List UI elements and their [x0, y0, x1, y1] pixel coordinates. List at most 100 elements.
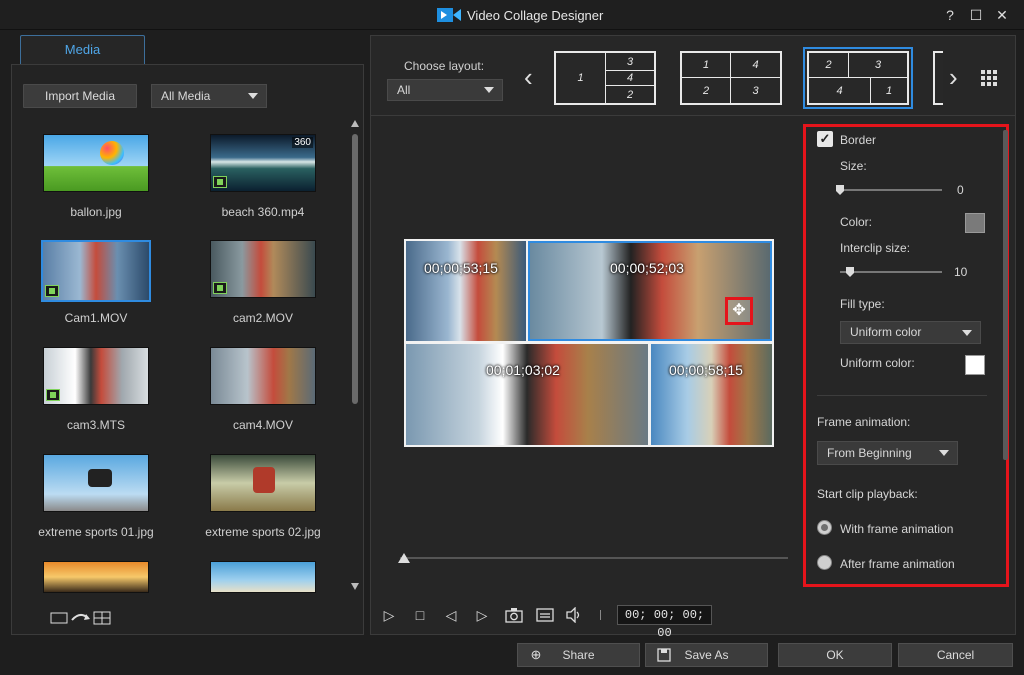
layout-cell: 3	[626, 55, 634, 68]
size-label: Size:	[840, 159, 867, 173]
border-checkbox[interactable]: ✓	[817, 131, 833, 147]
save-icon	[657, 648, 671, 662]
next-frame-icon[interactable]: ▷	[473, 606, 491, 624]
media-item-extreme-sports-01[interactable]: extreme sports 01.jpg	[31, 454, 161, 539]
layout-filter-dropdown[interactable]: All	[387, 79, 503, 101]
settings-divider	[817, 395, 987, 396]
video-clip-icon	[213, 282, 227, 294]
media-item-cam1[interactable]: Cam1.MOV	[31, 240, 161, 325]
frame-animation-dropdown[interactable]: From Beginning	[817, 441, 958, 465]
media-thumbnail	[210, 561, 316, 593]
media-thumbnail: 360	[210, 134, 316, 192]
timeline-slider[interactable]	[400, 557, 788, 559]
choose-layout-label: Choose layout:	[404, 59, 485, 73]
media-thumbnail	[210, 347, 316, 405]
chevron-right-icon[interactable]: ›	[949, 64, 958, 90]
close-button[interactable]: ✕	[993, 6, 1011, 24]
timecode-display: 00; 00; 00; 00	[617, 605, 712, 640]
media-filter-value: All Media	[161, 89, 211, 103]
collage-clip-4[interactable]: 00;00;58;15	[651, 344, 772, 445]
title-group: Video Collage Designer	[437, 7, 603, 23]
layout-option-3[interactable]: 2 3 4 1	[803, 47, 913, 109]
stop-icon[interactable]: □	[411, 606, 429, 624]
settings-scrollbar[interactable]	[1003, 130, 1008, 460]
media-item-cam3[interactable]: cam3.MTS	[31, 347, 161, 432]
clip-timecode: 00;01;03;02	[486, 362, 560, 378]
media-item-partial-2[interactable]	[198, 561, 328, 593]
scroll-down-icon[interactable]	[351, 583, 359, 590]
save-as-button[interactable]: Save As	[645, 643, 768, 667]
media-filter-dropdown[interactable]: All Media	[151, 84, 267, 108]
media-scrollbar[interactable]	[352, 134, 358, 404]
media-item-label: beach 360.mp4	[221, 205, 305, 219]
media-item-extreme-sports-02[interactable]: extreme sports 02.jpg	[198, 454, 328, 539]
media-item-cam2[interactable]: cam2.MOV	[198, 240, 328, 325]
layout-cell: 1	[682, 53, 731, 78]
cancel-button[interactable]: Cancel	[898, 643, 1013, 667]
media-thumbnail	[210, 240, 316, 298]
layout-cell: 2	[809, 53, 849, 78]
previous-frame-icon[interactable]: ◁	[442, 606, 460, 624]
media-item-partial-1[interactable]	[31, 561, 161, 593]
scroll-up-icon[interactable]	[351, 120, 359, 127]
layout-option-1[interactable]: 1 3 4 2	[554, 51, 656, 105]
video-clip-icon	[213, 176, 227, 188]
start-clip-playback-label: Start clip playback:	[817, 487, 918, 501]
radio-after-frame-animation[interactable]	[817, 555, 832, 570]
window-title: Video Collage Designer	[467, 7, 604, 23]
layout-cell: 3	[849, 53, 907, 78]
layout-cell: 4	[606, 70, 654, 86]
clip-timecode: 00;00;58;15	[669, 362, 743, 378]
media-item-beach-360[interactable]: 360 beach 360.mp4	[198, 134, 328, 219]
size-slider[interactable]	[840, 189, 942, 191]
layout-cell: 2	[626, 88, 634, 101]
layout-grid-icon[interactable]	[981, 70, 997, 86]
media-item-cam4[interactable]: cam4.MOV	[198, 347, 328, 432]
radio-with-frame-animation[interactable]	[817, 520, 832, 535]
uniform-color-label: Uniform color:	[840, 356, 915, 370]
media-item-label: Cam1.MOV	[64, 311, 128, 325]
media-item-label: cam3.MTS	[66, 418, 125, 432]
globe-icon: ⊕	[530, 647, 542, 662]
media-thumbnail	[43, 454, 149, 512]
apply-to-layout-icon[interactable]	[50, 609, 112, 625]
layout-cell: 4	[809, 78, 871, 103]
subtitle-icon[interactable]	[536, 607, 554, 623]
tab-media[interactable]: Media	[20, 35, 145, 64]
uniform-color-swatch[interactable]	[965, 355, 985, 375]
layout-cell: 3	[752, 84, 759, 97]
layout-cell: 4	[731, 53, 780, 78]
badge-360: 360	[292, 137, 313, 148]
collage-preview: 00;00;53;15 00;00;52;03 00;01;03;02 00;0…	[404, 239, 774, 447]
maximize-button[interactable]: ☐	[967, 6, 985, 24]
layout-cell: 2	[682, 78, 731, 103]
layout-filter-value: All	[397, 83, 411, 97]
media-item-label: ballon.jpg	[70, 205, 122, 219]
timeline-handle[interactable]	[398, 553, 410, 563]
media-item-ballon[interactable]: ballon.jpg	[31, 134, 161, 219]
video-clip-icon	[45, 285, 59, 297]
app-logo-icon	[437, 8, 461, 22]
share-button[interactable]: ⊕ Share	[517, 643, 640, 667]
border-color-swatch[interactable]	[965, 213, 985, 233]
import-media-button[interactable]: Import Media	[23, 84, 137, 108]
layout-cell: 1	[556, 53, 606, 103]
clip-timecode: 00;00;52;03	[610, 260, 684, 276]
ok-button[interactable]: OK	[778, 643, 892, 667]
chevron-left-icon[interactable]: ‹	[524, 64, 533, 90]
help-button[interactable]: ?	[941, 6, 959, 24]
layout-option-4[interactable]	[933, 51, 943, 105]
play-icon[interactable]: ▷	[380, 606, 398, 624]
interclip-slider[interactable]	[840, 271, 942, 273]
collage-clip-3[interactable]: 00;01;03;02	[406, 344, 648, 445]
interclip-size-label: Interclip size:	[840, 241, 911, 255]
collage-clip-1[interactable]: 00;00;53;15	[406, 241, 526, 341]
volume-icon[interactable]	[565, 607, 583, 623]
layout-option-2[interactable]: 1 4 2 3	[680, 51, 782, 105]
fill-type-dropdown[interactable]: Uniform color	[840, 321, 981, 344]
media-item-label: cam2.MOV	[232, 311, 293, 325]
layout-cell: 1	[885, 84, 893, 97]
move-cursor-icon: ✥	[725, 297, 753, 325]
collage-clip-2[interactable]: 00;00;52;03	[528, 241, 772, 341]
snapshot-icon[interactable]	[505, 607, 523, 623]
